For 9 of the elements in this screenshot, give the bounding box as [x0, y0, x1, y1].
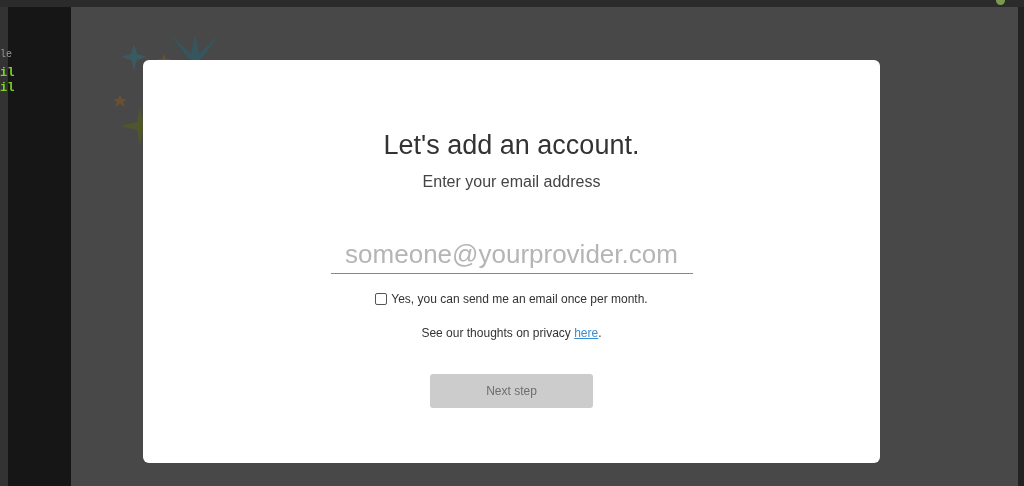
newsletter-checkbox[interactable]: [375, 293, 388, 305]
terminal-line: le: [0, 48, 13, 61]
dialog-subtitle: Enter your email address: [422, 172, 601, 192]
dialog-title: Let's add an account.: [383, 129, 640, 162]
email-field[interactable]: someone@yourprovider.com: [330, 236, 693, 274]
terminal-line: il: [0, 81, 15, 95]
newsletter-label: Yes, you can send me an email once per month.: [391, 291, 648, 308]
terminal-line: il: [0, 66, 15, 80]
privacy-text: See our thoughts on privacy here.: [421, 325, 602, 342]
